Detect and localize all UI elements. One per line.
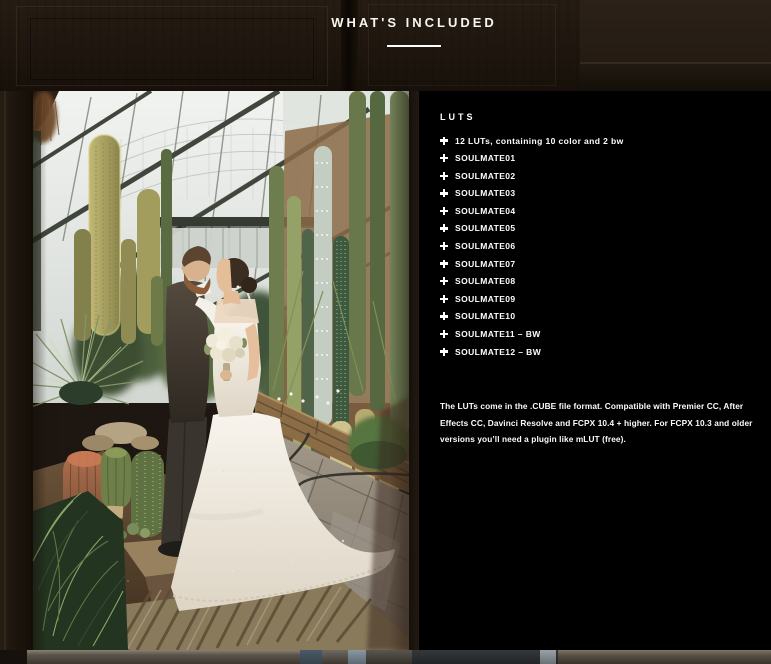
lut-item-label: 12 LUTs, containing 10 color and 2 bw	[455, 136, 624, 146]
lut-list-item[interactable]: SOULMATE11 – BW	[440, 329, 751, 338]
next-section-fragment	[412, 650, 558, 664]
plus-icon[interactable]	[440, 312, 448, 320]
plus-icon[interactable]	[440, 224, 448, 232]
lut-list-item[interactable]: SOULMATE09	[440, 294, 751, 303]
section-divider	[387, 45, 441, 47]
product-photo	[33, 91, 409, 650]
next-section-fragment	[322, 650, 348, 664]
lut-item-label: SOULMATE09	[455, 294, 516, 304]
panel-heading: LUTS	[440, 112, 751, 122]
plus-icon[interactable]	[440, 277, 448, 285]
lut-list-item[interactable]: SOULMATE04	[440, 206, 751, 215]
lut-item-label: SOULMATE07	[455, 259, 516, 269]
next-section-fragment	[558, 650, 771, 664]
next-section-fragment	[300, 650, 322, 664]
lut-item-label: SOULMATE10	[455, 311, 516, 321]
whats-included-section: WHAT'S INCLUDED	[0, 0, 771, 664]
wood-panel-molding	[580, 62, 771, 64]
wood-panel-molding	[4, 91, 6, 650]
lut-item-label: SOULMATE12 – BW	[455, 347, 541, 357]
section-title: WHAT'S INCLUDED	[57, 15, 771, 31]
lut-item-label: SOULMATE11 – BW	[455, 329, 541, 339]
lut-list-item[interactable]: SOULMATE01	[440, 154, 751, 163]
next-section-fragment	[27, 650, 300, 664]
plus-icon[interactable]	[440, 154, 448, 162]
next-section-fragment	[540, 650, 556, 664]
next-section-fragment	[366, 650, 412, 664]
lut-item-label: SOULMATE04	[455, 206, 516, 216]
section-header: WHAT'S INCLUDED	[57, 15, 771, 47]
plus-icon[interactable]	[440, 207, 448, 215]
lut-list-item[interactable]: 12 LUTs, containing 10 color and 2 bw	[440, 136, 751, 145]
plus-icon[interactable]	[440, 172, 448, 180]
lut-item-label: SOULMATE01	[455, 153, 516, 163]
plus-icon[interactable]	[440, 295, 448, 303]
lut-list: 12 LUTs, containing 10 color and 2 bw SO…	[440, 136, 751, 356]
wedding-greenhouse-photo	[33, 91, 409, 650]
plus-icon[interactable]	[440, 137, 448, 145]
lut-item-label: SOULMATE06	[455, 241, 516, 251]
lut-item-label: SOULMATE05	[455, 223, 516, 233]
plus-icon[interactable]	[440, 189, 448, 197]
format-description: The LUTs come in the .CUBE file format. …	[440, 398, 754, 448]
lut-list-item[interactable]: SOULMATE12 – BW	[440, 347, 751, 356]
plus-icon[interactable]	[440, 330, 448, 338]
lut-list-item[interactable]: SOULMATE08	[440, 277, 751, 286]
lut-item-label: SOULMATE03	[455, 188, 516, 198]
lut-list-item[interactable]: SOULMATE10	[440, 312, 751, 321]
plus-icon[interactable]	[440, 348, 448, 356]
lut-list-item[interactable]: SOULMATE02	[440, 171, 751, 180]
included-panel: LUTS 12 LUTs, containing 10 color and 2 …	[419, 91, 771, 650]
lut-list-item[interactable]: SOULMATE03	[440, 189, 751, 198]
plus-icon[interactable]	[440, 242, 448, 250]
wood-background-gap	[409, 91, 419, 650]
next-section-strip	[0, 650, 771, 664]
lut-list-item[interactable]: SOULMATE07	[440, 259, 751, 268]
lut-item-label: SOULMATE08	[455, 276, 516, 286]
lut-list-item[interactable]: SOULMATE05	[440, 224, 751, 233]
lut-item-label: SOULMATE02	[455, 171, 516, 181]
lut-list-item[interactable]: SOULMATE06	[440, 241, 751, 250]
next-section-fragment	[348, 650, 366, 664]
plus-icon[interactable]	[440, 260, 448, 268]
